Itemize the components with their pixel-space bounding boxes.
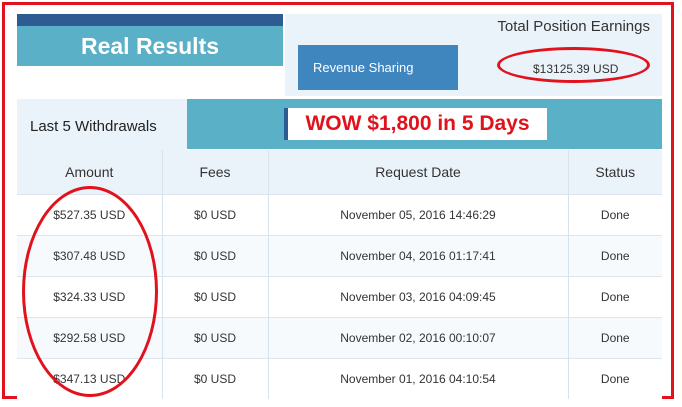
withdrawals-label: Last 5 Withdrawals bbox=[17, 99, 187, 153]
request-date-cell: November 03, 2016 04:09:45 bbox=[268, 276, 569, 318]
revenue-sharing-label: Revenue Sharing bbox=[298, 45, 458, 90]
fees-cell: $0 USD bbox=[162, 317, 269, 359]
total-earnings-title: Total Position Earnings bbox=[497, 18, 650, 35]
fees-cell: $0 USD bbox=[162, 358, 269, 399]
amounts-highlight-ellipse bbox=[22, 186, 158, 397]
column-header-request-date: Request Date bbox=[268, 150, 569, 195]
status-cell: Done bbox=[568, 358, 662, 399]
earnings-highlight-ellipse bbox=[497, 47, 650, 83]
column-header-fees: Fees bbox=[162, 150, 269, 195]
real-results-title: Real Results bbox=[80, 32, 220, 59]
banner-top-strip bbox=[17, 14, 283, 26]
status-cell: Done bbox=[568, 317, 662, 359]
request-date-cell: November 01, 2016 04:10:54 bbox=[268, 358, 569, 399]
table-header-row: Amount Fees Request Date Status bbox=[17, 150, 662, 195]
real-results-banner: Real Results bbox=[17, 26, 283, 66]
fees-cell: $0 USD bbox=[162, 194, 269, 236]
column-header-status: Status bbox=[568, 150, 662, 195]
status-cell: Done bbox=[568, 276, 662, 318]
request-date-cell: November 02, 2016 00:10:07 bbox=[268, 317, 569, 359]
wow-headline: WOW $1,800 in 5 Days bbox=[305, 112, 530, 135]
status-cell: Done bbox=[568, 235, 662, 277]
fees-cell: $0 USD bbox=[162, 235, 269, 277]
fees-cell: $0 USD bbox=[162, 276, 269, 318]
status-cell: Done bbox=[568, 194, 662, 236]
request-date-cell: November 04, 2016 01:17:41 bbox=[268, 235, 569, 277]
request-date-cell: November 05, 2016 14:46:29 bbox=[268, 194, 569, 236]
wow-headline-box: WOW $1,800 in 5 Days bbox=[284, 108, 547, 140]
